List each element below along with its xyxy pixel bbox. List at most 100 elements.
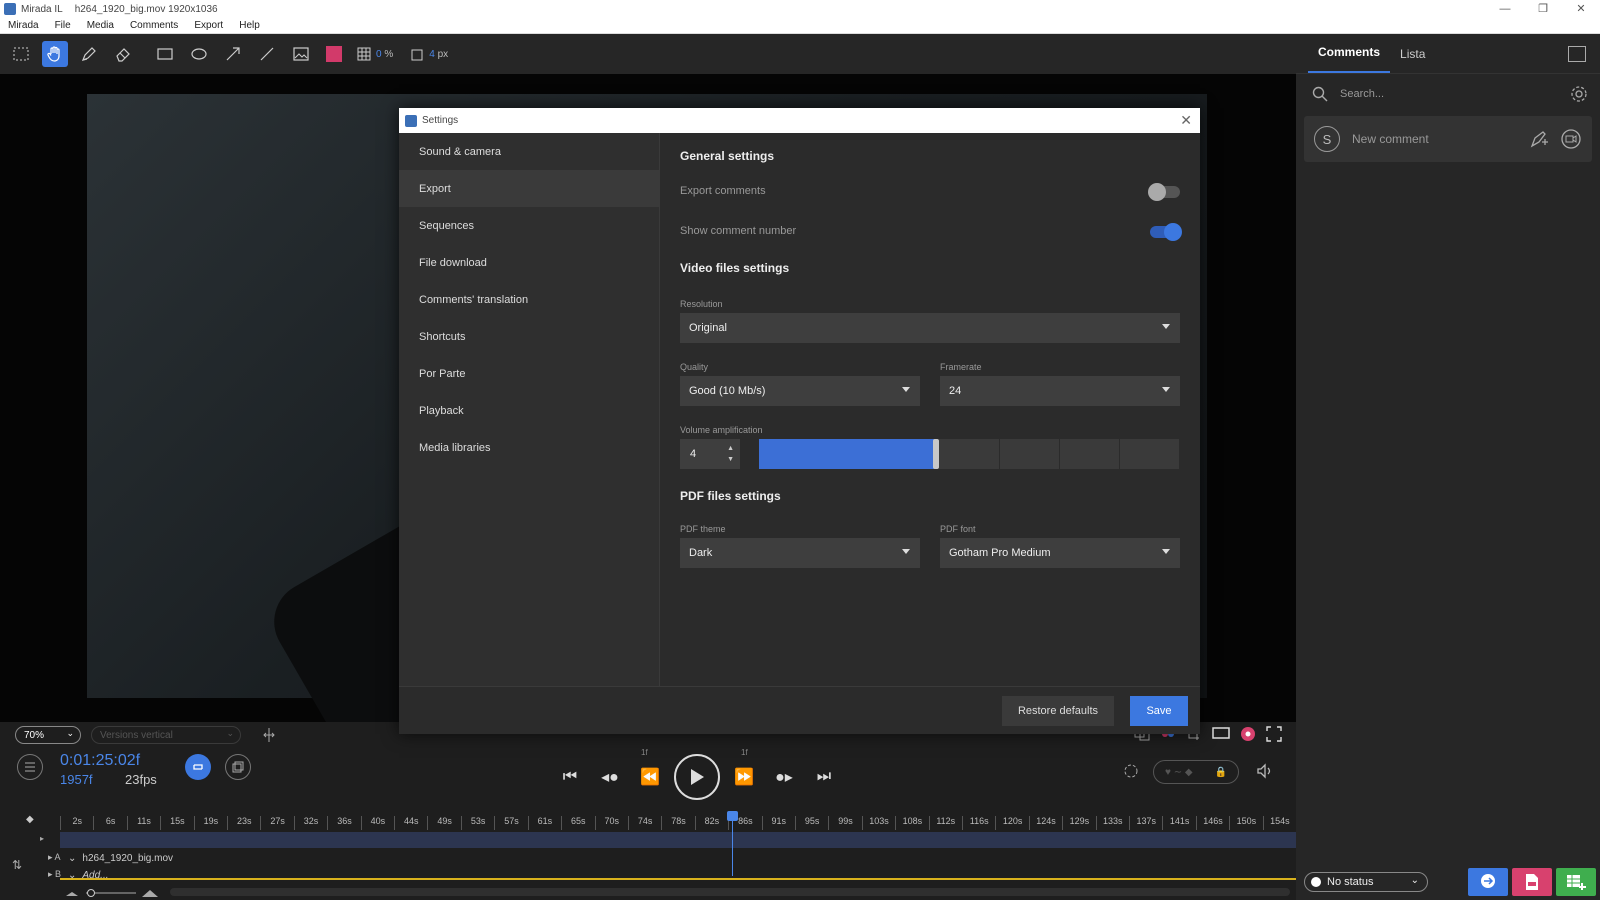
stroke-tool[interactable] xyxy=(407,41,427,67)
image-tool[interactable] xyxy=(288,41,314,67)
settings-nav-item[interactable]: Comments' translation xyxy=(399,281,659,318)
ruler-tick: 32s xyxy=(293,816,327,830)
opacity-grid-icon xyxy=(357,47,371,61)
playhead[interactable] xyxy=(732,814,733,876)
collapse-panel-icon[interactable] xyxy=(1568,46,1586,62)
marker-in-icon[interactable]: ♥ ∼ ◆ xyxy=(1165,767,1193,778)
track-b[interactable]: ⌄ Add... xyxy=(60,867,109,883)
framerate-value: 24 xyxy=(949,385,962,397)
restore-button[interactable]: ❐ xyxy=(1524,0,1562,18)
arrow-tool[interactable] xyxy=(220,41,246,67)
copy-frame-button[interactable] xyxy=(225,754,251,780)
pdf-export-button[interactable] xyxy=(1512,868,1552,896)
tab-comments[interactable]: Comments xyxy=(1308,45,1391,73)
volume-spinbox[interactable]: 4 ▲ ▼ xyxy=(680,439,740,469)
app-logo-icon xyxy=(4,3,16,15)
settings-nav-item[interactable]: File download xyxy=(399,244,659,281)
go-end-icon[interactable]: ⏭ xyxy=(804,768,844,786)
opacity-value[interactable]: 0 % xyxy=(376,49,393,60)
volume-slider-handle[interactable] xyxy=(932,439,939,469)
volume-icon[interactable] xyxy=(1256,762,1274,780)
video-comment-icon[interactable] xyxy=(1560,128,1582,150)
draw-comment-icon[interactable] xyxy=(1528,128,1550,150)
select-rect-tool[interactable] xyxy=(8,41,34,67)
track-a[interactable]: ⌄ h264_1920_big.mov xyxy=(60,850,173,866)
new-comment-input[interactable]: New comment xyxy=(1352,132,1429,146)
comment-search[interactable]: Search... xyxy=(1296,74,1600,114)
timeline[interactable]: ◆ 2s 6s 11s 15s 19s 23s 27s 32s 36s 40s 44s 49s 53s 5… xyxy=(0,808,1296,900)
step-forward-icon[interactable]: ⏩ xyxy=(724,767,764,787)
sheet-export-button[interactable] xyxy=(1556,868,1596,896)
keyframe-icon[interactable]: ◆ xyxy=(26,814,34,825)
show-comment-number-toggle[interactable] xyxy=(1150,223,1182,241)
menu-media[interactable]: Media xyxy=(79,20,122,31)
loop-button[interactable] xyxy=(185,754,211,780)
fullscreen-icon[interactable] xyxy=(1266,726,1282,742)
export-comments-label: Export comments xyxy=(680,185,766,197)
time-ruler[interactable]: 2s 6s 11s 15s 19s 23s 27s 32s 36s 40s 44s 49s 53s 57s… xyxy=(60,816,1296,830)
play-button[interactable] xyxy=(674,754,720,800)
color-swatch[interactable] xyxy=(326,46,342,62)
resolution-dropdown[interactable]: Original xyxy=(680,313,1180,343)
settings-nav-item[interactable]: Por Parte xyxy=(399,355,659,392)
settings-nav-item[interactable]: Playback xyxy=(399,392,659,429)
timeline-settings-button[interactable] xyxy=(17,754,43,780)
settings-nav-item[interactable]: Sequences xyxy=(399,207,659,244)
export-comments-toggle[interactable] xyxy=(1148,183,1180,201)
restore-defaults-button[interactable]: Restore defaults xyxy=(1002,696,1114,726)
step-back-icon[interactable]: ⏪ xyxy=(630,767,670,787)
pdf-font-dropdown[interactable]: Gotham Pro Medium xyxy=(940,538,1180,568)
pdf-theme-dropdown[interactable]: Dark xyxy=(680,538,920,568)
pen-icon xyxy=(81,47,96,62)
minimize-button[interactable]: — xyxy=(1486,0,1524,18)
pen-tool[interactable] xyxy=(76,41,102,67)
spin-arrows-icon[interactable]: ▲ ▼ xyxy=(727,443,734,465)
tab-lista[interactable]: Lista xyxy=(1390,47,1435,73)
stroke-value[interactable]: 4 px xyxy=(429,49,448,60)
visibility-icon[interactable] xyxy=(1240,726,1256,742)
next-marker-icon[interactable]: ●▸ xyxy=(764,767,804,787)
ellipse-tool[interactable] xyxy=(186,41,212,67)
framerate-dropdown[interactable]: 24 xyxy=(940,376,1180,406)
menu-mirada[interactable]: Mirada xyxy=(0,20,47,31)
settings-nav-item[interactable]: Media libraries xyxy=(399,429,659,466)
search-input[interactable]: Search... xyxy=(1340,88,1384,100)
volume-slider[interactable] xyxy=(759,439,1180,469)
new-comment-box[interactable]: S New comment xyxy=(1304,116,1592,162)
timeline-track[interactable] xyxy=(60,832,1296,848)
timeline-zoom-slider[interactable] xyxy=(66,888,166,898)
line-tool[interactable] xyxy=(254,41,280,67)
save-button[interactable]: Save xyxy=(1130,696,1188,726)
ab-loop-control[interactable]: ♥ ∼ ◆ 🔒 xyxy=(1153,760,1239,784)
swap-tracks-icon[interactable]: ⇅ xyxy=(12,858,22,872)
settings-nav-item[interactable]: Shortcuts xyxy=(399,318,659,355)
close-window-button[interactable]: ✕ xyxy=(1562,0,1600,18)
settings-nav-item[interactable]: Export xyxy=(399,170,659,207)
close-icon[interactable]: ✕ xyxy=(1180,112,1192,129)
hand-tool[interactable] xyxy=(42,41,68,67)
versions-dropdown[interactable]: Versions vertical ⌄ xyxy=(91,726,241,744)
expand-icon[interactable]: ▸ xyxy=(40,834,44,843)
go-start-icon[interactable]: ⏮ xyxy=(550,768,590,786)
gear-icon[interactable] xyxy=(1570,85,1588,103)
zoom-dropdown[interactable]: 70% ⌄ xyxy=(15,726,81,744)
chat-action-button[interactable] xyxy=(1468,868,1508,896)
rectangle-tool[interactable] xyxy=(152,41,178,67)
opacity-tool[interactable] xyxy=(354,41,374,67)
split-view-icon[interactable] xyxy=(261,727,277,743)
quality-dropdown[interactable]: Good (10 Mb/s) xyxy=(680,376,920,406)
dialog-title-bar: Settings ✕ xyxy=(399,108,1200,133)
lock-icon[interactable]: 🔒 xyxy=(1215,767,1227,778)
speed-icon[interactable] xyxy=(1122,762,1140,780)
menu-help[interactable]: Help xyxy=(231,20,268,31)
prev-marker-icon[interactable]: ◂● xyxy=(590,767,630,787)
eraser-tool[interactable] xyxy=(110,41,136,67)
menu-comments[interactable]: Comments xyxy=(122,20,186,31)
timecode[interactable]: 0:01:25:02f xyxy=(60,752,140,770)
settings-nav-item[interactable]: Sound & camera xyxy=(399,133,659,170)
timeline-scrollbar[interactable] xyxy=(170,888,1290,896)
status-dropdown[interactable]: No status ⌄ xyxy=(1304,872,1428,892)
monitor-icon[interactable] xyxy=(1212,727,1230,741)
menu-export[interactable]: Export xyxy=(186,20,231,31)
menu-file[interactable]: File xyxy=(47,20,79,31)
